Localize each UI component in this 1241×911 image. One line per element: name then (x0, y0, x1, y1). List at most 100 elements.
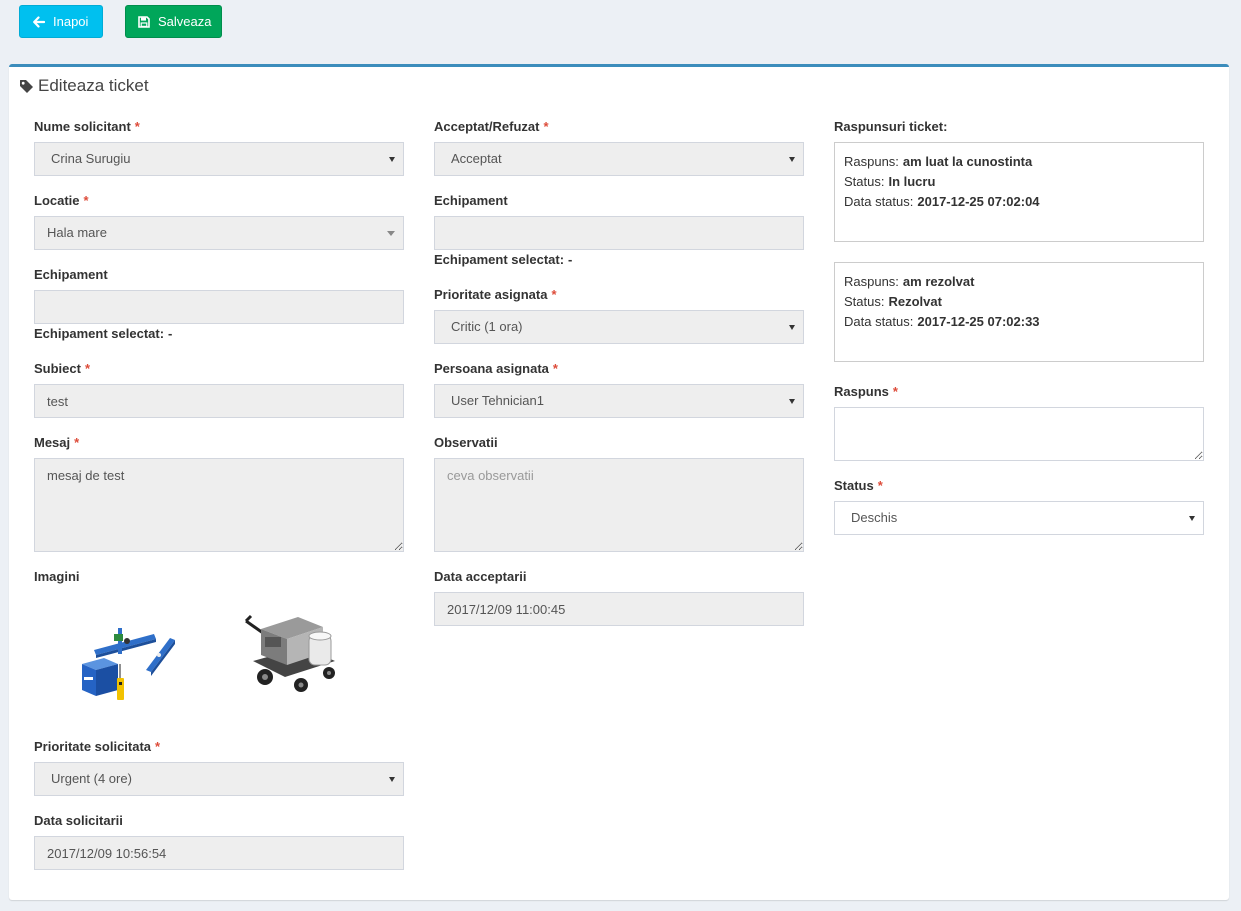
label-text: Locatie (34, 193, 80, 208)
echipament-label: Echipament (434, 191, 804, 211)
save-button[interactable]: Salveaza (125, 5, 222, 38)
response-line: Raspuns: am luat la cunostinta (844, 152, 1194, 172)
floppy-disk-icon (138, 15, 150, 28)
response-date-label: Data status: (844, 314, 914, 329)
response-date-label: Data status: (844, 194, 914, 209)
response-status-value: In lucru (888, 174, 936, 189)
chevron-down-icon (789, 325, 795, 330)
subiect-group: Subiect * (34, 359, 404, 418)
required-mark: * (83, 193, 89, 208)
back-button-label: Inapoi (53, 14, 89, 29)
acceptat-refuzat-group: Acceptat/Refuzat * Acceptat (434, 117, 804, 176)
select-value: Crina Surugiu (51, 151, 131, 166)
observatii-group: Observatii (434, 433, 804, 552)
persoana-asignata-group: Persoana asignata * User Tehnician1 (434, 359, 804, 418)
persoana-asignata-select[interactable]: User Tehnician1 (434, 384, 804, 418)
echipament-selectat-label: Echipament selectat: (34, 326, 165, 341)
page-title: Editeaza ticket (38, 76, 149, 95)
response-value: am luat la cunostinta (902, 154, 1033, 169)
select-value: Critic (1 ora) (451, 319, 523, 334)
raspuns-label: Raspuns * (834, 382, 1204, 402)
label-text: Observatii (434, 435, 498, 450)
chevron-down-icon (389, 777, 395, 782)
raspunsuri-title: Raspunsuri ticket: (834, 119, 948, 134)
subiect-label: Subiect * (34, 359, 404, 379)
box-header: Editeaza ticket (19, 76, 149, 96)
select-value: User Tehnician1 (451, 393, 544, 408)
label-text: Echipament (434, 193, 508, 208)
status-select[interactable]: Deschis (834, 501, 1204, 535)
raspuns-textarea[interactable] (834, 407, 1204, 461)
response-status-label: Status: (844, 294, 885, 309)
prioritate-solicitata-select[interactable]: Urgent (4 ore) (34, 762, 404, 796)
label-text: Data solicitarii (34, 813, 123, 828)
response-status-label: Status: (844, 174, 885, 189)
response-date-value: 2017-12-25 07:02:04 (917, 194, 1040, 209)
response-value: am rezolvat (902, 274, 975, 289)
required-mark: * (552, 361, 558, 376)
label-text: Subiect (34, 361, 81, 376)
form-column-middle: Acceptat/Refuzat * Acceptat Echipament Ec… (434, 117, 804, 641)
response-date-value: 2017-12-25 07:02:33 (917, 314, 1040, 329)
raspunsuri-section: Raspunsuri ticket: Raspuns: am luat la cu… (834, 117, 1204, 362)
locatie-label: Locatie * (34, 191, 404, 211)
mesaj-textarea[interactable]: mesaj de test (34, 458, 404, 552)
arrow-left-icon (33, 15, 45, 28)
nume-solicitant-label: Nume solicitant * (34, 117, 404, 137)
label-text: Data acceptarii (434, 569, 527, 584)
response-status-value: Rezolvat (888, 294, 942, 309)
echipament-input[interactable] (34, 290, 404, 324)
prioritate-solicitata-group: Prioritate solicitata * Urgent (4 ore) (34, 737, 404, 796)
status-label: Status * (834, 476, 1204, 496)
required-mark: * (551, 287, 557, 302)
prioritate-asignata-select[interactable]: Critic (1 ora) (434, 310, 804, 344)
chevron-down-icon (387, 231, 395, 236)
data-solicitarii-input[interactable] (34, 836, 404, 870)
equipment-image-thumbnail[interactable] (80, 620, 180, 705)
echipament-selectat-text: Echipament selectat: - (34, 324, 404, 344)
echipament-input[interactable] (434, 216, 804, 250)
label-text: Nume solicitant (34, 119, 131, 134)
label-text: Acceptat/Refuzat (434, 119, 540, 134)
data-acceptarii-input[interactable] (434, 592, 804, 626)
label-text: Raspuns (834, 384, 889, 399)
echipament-selectat-value: - (168, 326, 173, 341)
locatie-select[interactable]: Hala mare (34, 216, 404, 250)
nume-solicitant-select[interactable]: Crina Surugiu (34, 142, 404, 176)
raspuns-group: Raspuns * (834, 382, 1204, 461)
tag-icon (19, 79, 34, 94)
response-label: Raspuns: (844, 154, 899, 169)
locatie-group: Locatie * Hala mare (34, 191, 404, 250)
nume-solicitant-group: Nume solicitant * Crina Surugiu (34, 117, 404, 176)
label-text: Status (834, 478, 874, 493)
prioritate-asignata-group: Prioritate asignata * Critic (1 ora) (434, 285, 804, 344)
echipament-selectat-value: - (568, 252, 573, 267)
label-text: Imagini (34, 569, 80, 584)
form-column-right: Raspunsuri ticket: Raspuns: am luat la cu… (834, 117, 1204, 550)
response-date-line: Data status: 2017-12-25 07:02:33 (844, 312, 1194, 332)
imagini-group: Imagini (34, 567, 404, 722)
response-line: Raspuns: am rezolvat (844, 272, 1194, 292)
response-label: Raspuns: (844, 274, 899, 289)
echipament-label: Echipament (34, 265, 404, 285)
data-acceptarii-label: Data acceptarii (434, 567, 804, 587)
label-text: Prioritate solicitata (34, 739, 152, 754)
required-mark: * (134, 119, 140, 134)
echipament-selectat-label: Echipament selectat: (434, 252, 565, 267)
status-group: Status * Deschis (834, 476, 1204, 535)
acceptat-refuzat-select[interactable]: Acceptat (434, 142, 804, 176)
observatii-textarea[interactable] (434, 458, 804, 552)
mesaj-label: Mesaj * (34, 433, 404, 453)
observatii-label: Observatii (434, 433, 804, 453)
equipment-image-thumbnail[interactable] (243, 603, 338, 695)
back-button[interactable]: Inapoi (19, 5, 103, 38)
response-card: Raspuns: am luat la cunostinta Status: In … (834, 142, 1204, 242)
acceptat-refuzat-label: Acceptat/Refuzat * (434, 117, 804, 137)
subiect-input[interactable] (34, 384, 404, 418)
prioritate-solicitata-label: Prioritate solicitata * (34, 737, 404, 757)
data-solicitarii-label: Data solicitarii (34, 811, 404, 831)
echipament-group: Echipament Echipament selectat: - (434, 191, 804, 270)
required-mark: * (84, 361, 91, 376)
required-mark: * (74, 435, 80, 450)
save-button-label: Salveaza (158, 14, 212, 29)
